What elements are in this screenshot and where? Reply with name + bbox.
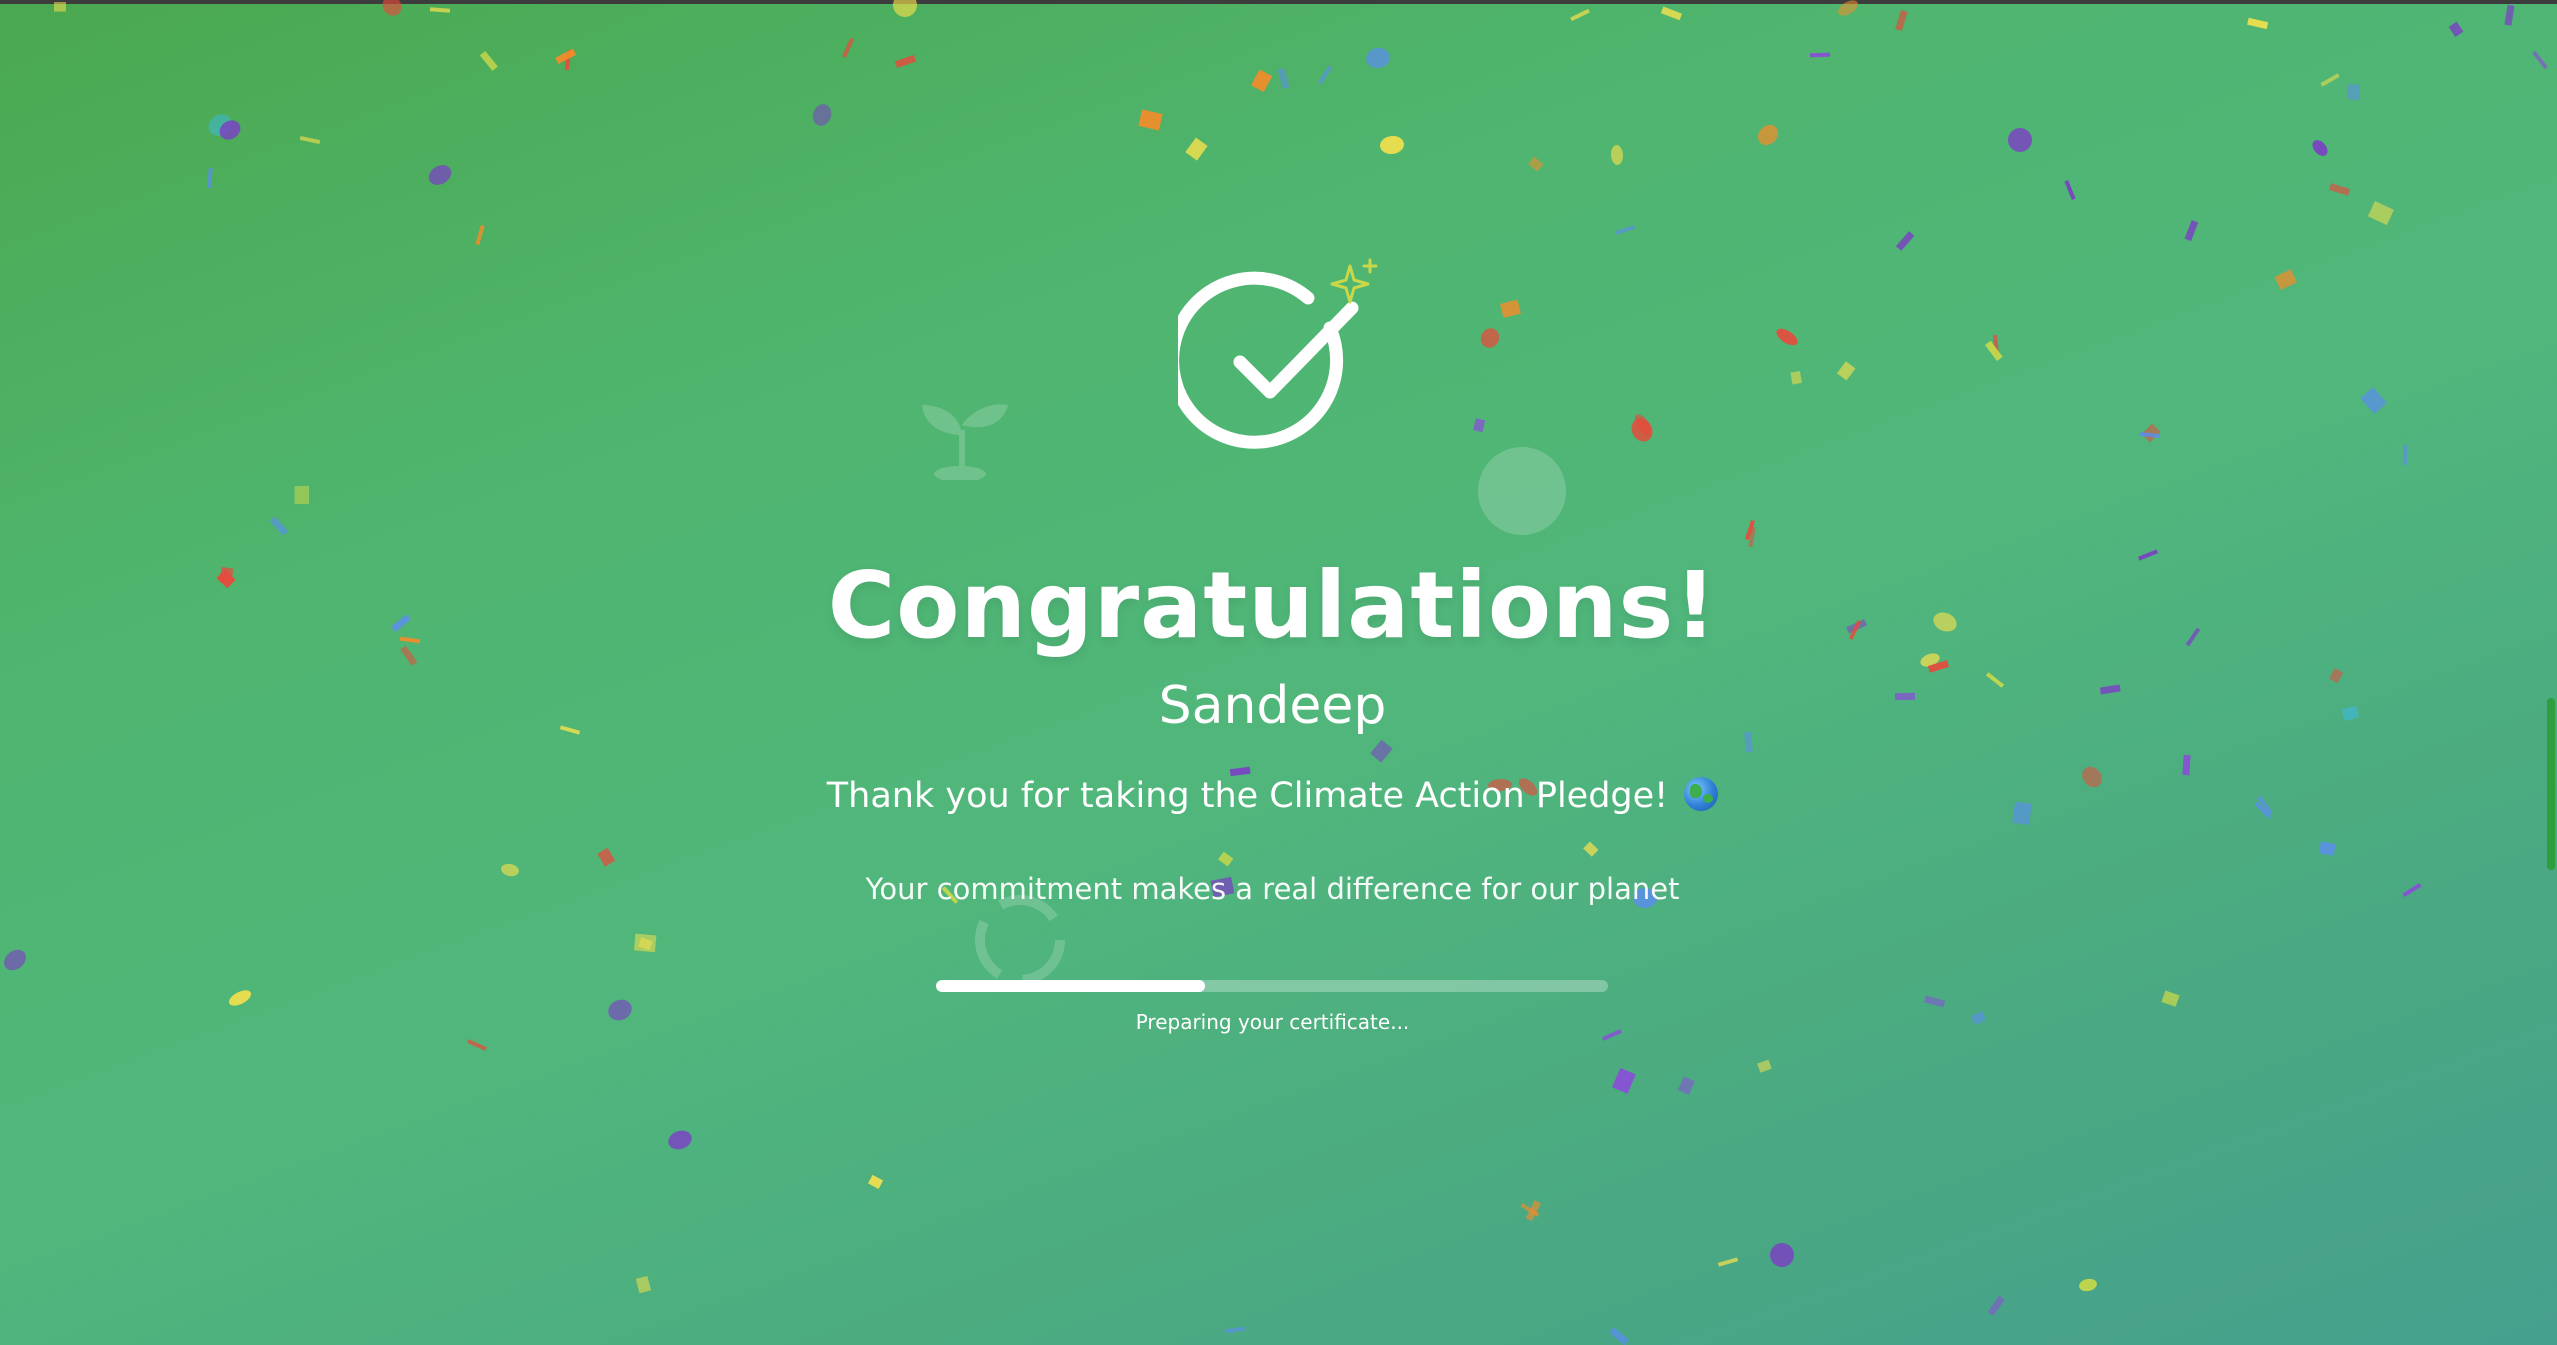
scrollbar-track[interactable] [2544, 0, 2557, 1345]
commitment-message: Your commitment makes a real difference … [865, 872, 1680, 906]
progress-label: Preparing your certificate... [1135, 1010, 1410, 1034]
globe-emoji-icon [1684, 777, 1719, 811]
progress-fill [936, 980, 1205, 992]
thank-you-message: Thank you for taking the Climate Action … [0, 776, 2545, 816]
scrollbar-thumb[interactable] [2547, 698, 2555, 870]
celebration-screen: Congratulations! Sandeep Thank you for t… [0, 0, 2557, 1345]
certificate-progress-bar [936, 980, 1608, 992]
congratulations-title: Congratulations! [827, 552, 1718, 659]
user-name: Sandeep [1158, 676, 1387, 736]
thank-you-text: Thank you for taking the Climate Action … [826, 776, 1669, 816]
sparkle-icon [1330, 258, 1378, 304]
